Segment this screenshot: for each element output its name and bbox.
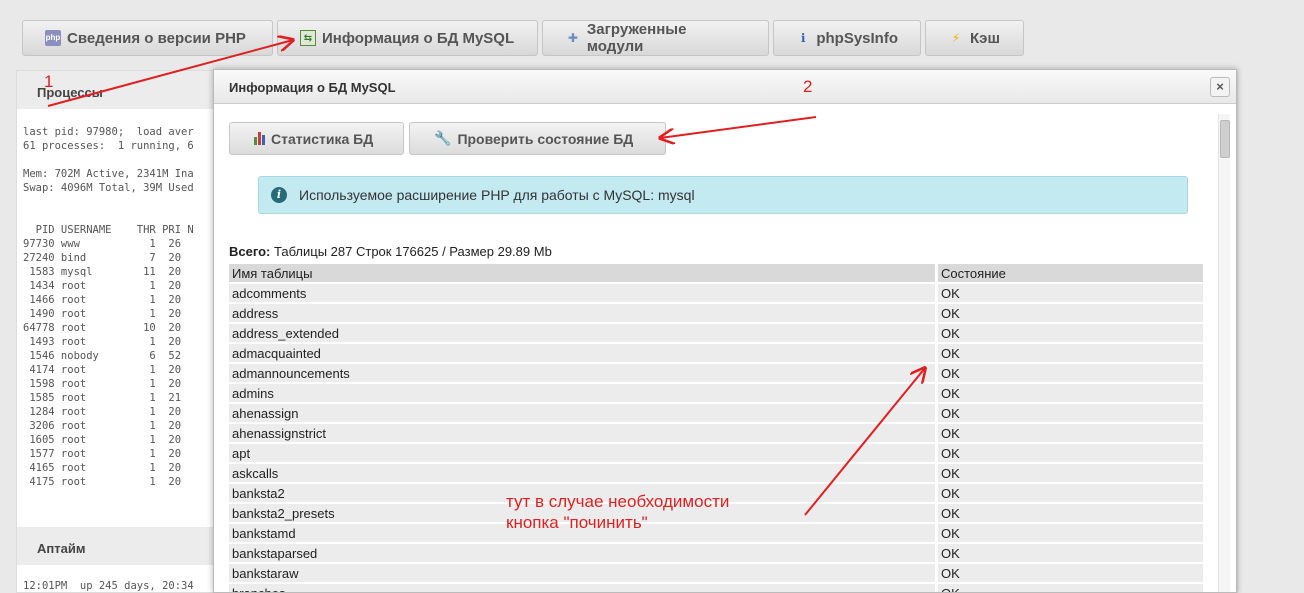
- table-status-cell: OK: [935, 284, 1203, 302]
- table-row: apt OK: [229, 444, 1203, 462]
- wrench-icon: 🔧: [434, 130, 452, 146]
- tab-label: Кэш: [970, 29, 1000, 47]
- table-name-cell: bankstaraw: [229, 564, 935, 582]
- table-status-cell: OK: [935, 504, 1203, 522]
- table-name-cell: admacquainted: [229, 344, 935, 362]
- tab-label: phpSysInfo: [816, 29, 898, 47]
- table-row: ahenassign OK: [229, 404, 1203, 422]
- close-button[interactable]: ×: [1210, 77, 1230, 97]
- table-row: bankstaparsed OK: [229, 544, 1203, 562]
- uptime-output: 12:01PM up 245 days, 20:34: [23, 580, 194, 592]
- table-status-cell: OK: [935, 584, 1203, 592]
- table-status-cell: OK: [935, 304, 1203, 322]
- summary-text: Таблицы 287 Строк 176625 / Размер 29.89 …: [270, 244, 552, 259]
- table-name-cell: admannouncements: [229, 364, 935, 382]
- table-name-cell: ahenassign: [229, 404, 935, 422]
- bolt-icon: ⚡: [951, 31, 961, 45]
- table-status-cell: OK: [935, 484, 1203, 502]
- table-name-cell: admins: [229, 384, 935, 402]
- php-icon: php: [45, 30, 61, 46]
- dialog-scrollbar[interactable]: [1218, 114, 1230, 592]
- alert-text: Используемое расширение PHP для работы с…: [299, 187, 695, 203]
- table-row: ahenassignstrict OK: [229, 424, 1203, 442]
- bar-chart-icon: [254, 132, 265, 145]
- info-alert: i Используемое расширение PHP для работы…: [258, 176, 1188, 214]
- col-header-table-name: Имя таблицы: [229, 264, 935, 282]
- top-output: last pid: 97980; load aver 61 processes:…: [23, 126, 194, 488]
- puzzle-icon: ✚: [567, 31, 578, 45]
- tab-label: Сведения о версии PHP: [67, 29, 246, 47]
- tab-cache[interactable]: ⚡ Кэш: [925, 20, 1024, 56]
- table-row: address_extended OK: [229, 324, 1203, 342]
- tab-php-version[interactable]: php Сведения о версии PHP: [22, 20, 273, 56]
- table-status-cell: OK: [935, 464, 1203, 482]
- tab-loaded-modules[interactable]: ✚ Загруженные модули: [542, 20, 769, 56]
- info-circle-icon: i: [271, 187, 287, 203]
- annotation-number-1: 1: [44, 72, 54, 91]
- table-status-cell: OK: [935, 344, 1203, 362]
- table-name-cell: ahenassignstrict: [229, 424, 935, 442]
- table-name-cell: adcomments: [229, 284, 935, 302]
- check-db-button[interactable]: 🔧 Проверить состояние БД: [409, 122, 666, 155]
- table-status-cell: OK: [935, 424, 1203, 442]
- table-row: bankstaraw OK: [229, 564, 1203, 582]
- table-status-cell: OK: [935, 404, 1203, 422]
- tab-label: Информация о БД MySQL: [322, 29, 515, 47]
- table-name-cell: askcalls: [229, 464, 935, 482]
- db-stats-label: Статистика БД: [271, 130, 374, 147]
- table-row: branches OK: [229, 584, 1203, 592]
- db-stats-button[interactable]: Статистика БД: [229, 122, 404, 155]
- dialog-title: Информация о БД MySQL: [229, 80, 396, 95]
- tab-mysql-info[interactable]: ⇆ Информация о БД MySQL: [277, 20, 538, 56]
- table-row: admacquainted OK: [229, 344, 1203, 362]
- table-row: adcomments OK: [229, 284, 1203, 302]
- table-name-cell: bankstaparsed: [229, 544, 935, 562]
- table-name-cell: apt: [229, 444, 935, 462]
- table-row: admannouncements OK: [229, 364, 1203, 382]
- annotation-note-line2: кнопка "починить": [506, 513, 648, 532]
- table-status-cell: OK: [935, 444, 1203, 462]
- tab-label: Загруженные модули: [586, 21, 687, 55]
- table-status-cell: OK: [935, 524, 1203, 542]
- table-status-cell: OK: [935, 324, 1203, 342]
- table-status-cell: OK: [935, 564, 1203, 582]
- col-header-status: Состояние: [935, 264, 1203, 282]
- check-db-label: Проверить состояние БД: [457, 130, 634, 147]
- table-row: admins OK: [229, 384, 1203, 402]
- dialog-header: Информация о БД MySQL ×: [214, 70, 1236, 104]
- tab-phpsysinfo[interactable]: ℹ phpSysInfo: [773, 20, 921, 56]
- table-header-row: Имя таблицы Состояние: [229, 264, 1203, 282]
- annotation-note-line1: тут в случае необходимости: [506, 492, 730, 511]
- table-name-cell: branches: [229, 584, 935, 592]
- summary-label: Всего:: [229, 244, 271, 259]
- table-name-cell: address_extended: [229, 324, 935, 342]
- annotation-number-2: 2: [803, 77, 813, 96]
- table-name-cell: address: [229, 304, 935, 322]
- table-row: askcalls OK: [229, 464, 1203, 482]
- annotation-note: тут в случае необходимости кнопка "почин…: [506, 491, 729, 533]
- scrollbar-thumb[interactable]: [1220, 120, 1230, 158]
- table-status-cell: OK: [935, 364, 1203, 382]
- tables-status-table: Имя таблицы Состояние adcomments OK addres…: [229, 262, 1203, 592]
- table-row: address OK: [229, 304, 1203, 322]
- table-status-cell: OK: [935, 544, 1203, 562]
- database-icon: ⇆: [300, 30, 316, 46]
- info-icon: ℹ: [800, 31, 806, 45]
- top-tab-bar: php Сведения о версии PHP ⇆ Информация о…: [22, 20, 1024, 56]
- table-status-cell: OK: [935, 384, 1203, 402]
- db-summary: Всего: Таблицы 287 Строк 176625 / Размер…: [229, 244, 552, 259]
